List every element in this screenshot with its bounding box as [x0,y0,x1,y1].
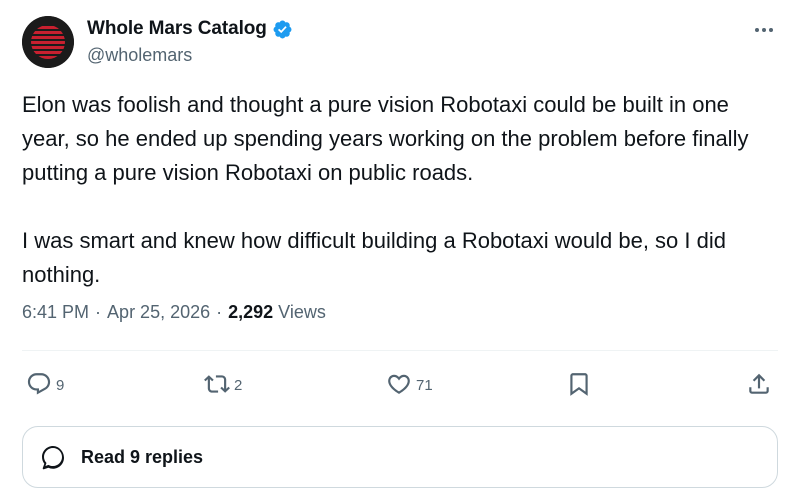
views-label: Views [278,302,326,322]
action-bar: 9 2 71 [22,368,778,400]
verified-badge-icon[interactable] [272,19,293,40]
read-replies-label: Read 9 replies [81,446,204,467]
reply-count: 9 [56,377,65,394]
retweet-button[interactable]: 2 [204,368,242,400]
avatar[interactable] [22,16,74,68]
tweet-time[interactable]: 6:41 PM [22,302,89,323]
like-button[interactable]: 71 [386,368,433,400]
divider [22,350,778,351]
retweet-icon [204,375,230,393]
tweet-meta: 6:41 PM · Apr 25, 2026 · 2,292 Views [22,302,326,323]
bookmark-icon [570,373,588,396]
author-handle[interactable]: @wholemars [87,45,293,66]
more-options-icon[interactable] [752,20,776,40]
name-row: Whole Mars Catalog [87,16,293,42]
share-button[interactable] [746,368,772,400]
views-count: 2,292 [228,302,274,322]
tweet-text: Elon was foolish and thought a pure visi… [22,92,749,287]
share-icon [749,373,769,394]
retweet-count: 2 [234,377,243,394]
read-replies-button[interactable]: Read 9 replies [22,426,778,488]
like-count: 71 [416,377,433,394]
author-block: Whole Mars Catalog @wholemars [87,16,293,66]
bookmark-button[interactable] [566,368,592,400]
like-icon [388,374,410,394]
tweet-date[interactable]: Apr 25, 2026 [107,302,210,323]
speech-bubble-icon [42,446,64,470]
reply-icon [27,373,51,395]
meta-separator: · [95,302,102,322]
striped-red-sphere-icon [22,16,74,68]
reply-button[interactable]: 9 [26,368,64,400]
author-display-name[interactable]: Whole Mars Catalog [87,18,267,40]
meta-separator: · [216,302,223,322]
